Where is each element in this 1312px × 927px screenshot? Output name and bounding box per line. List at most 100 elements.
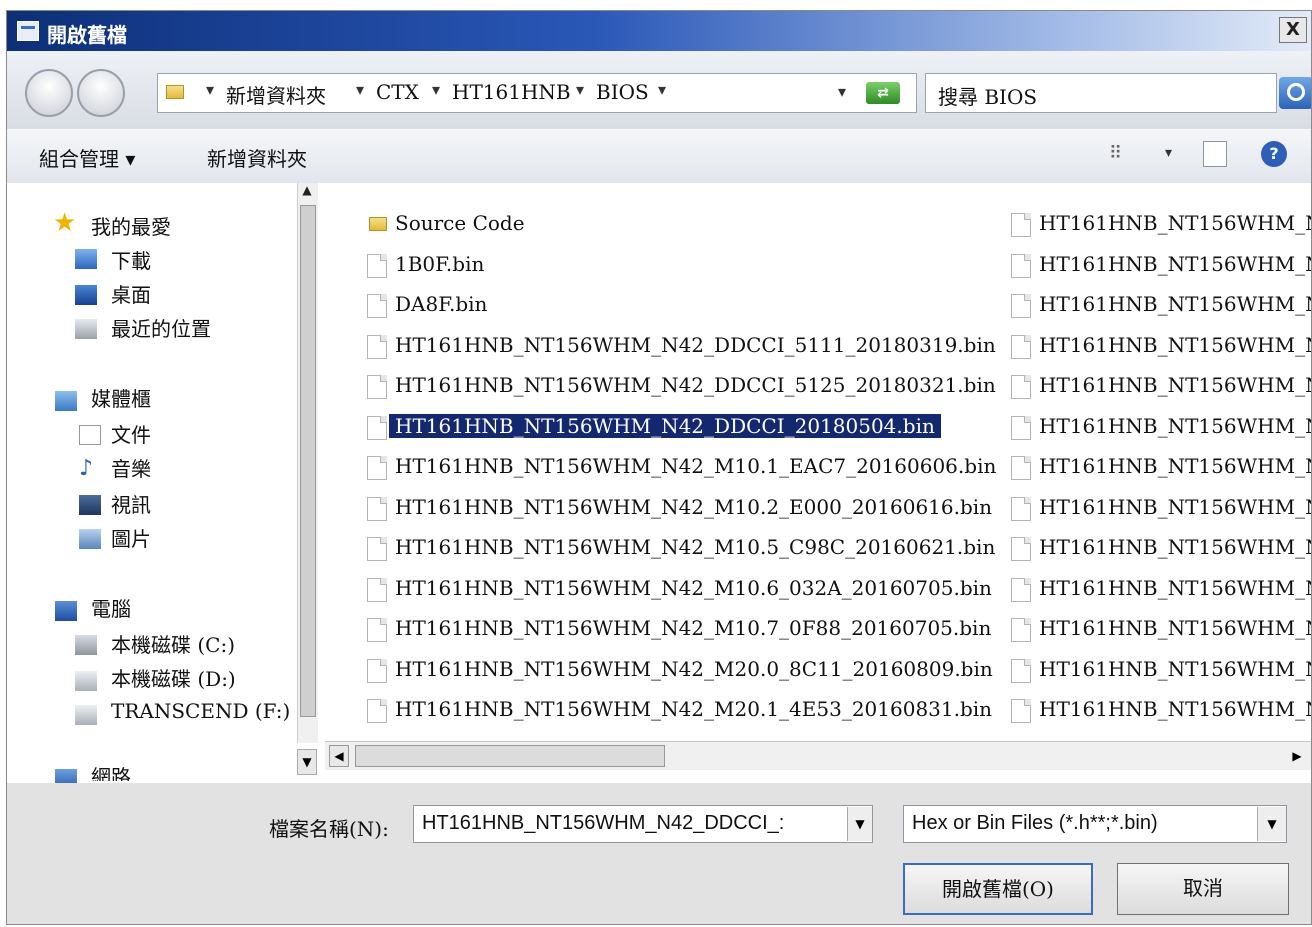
nav-desktop[interactable]: 桌面 bbox=[111, 279, 151, 308]
breadcrumb-arrow-icon[interactable]: ▾ bbox=[658, 80, 666, 99]
breadcrumb-item[interactable]: CTX bbox=[376, 80, 419, 104]
nav-drive-d[interactable]: 本機磁碟 (D:) bbox=[111, 663, 236, 692]
file-type-dropdown-icon[interactable]: ▼ bbox=[1257, 807, 1286, 841]
scroll-down-icon[interactable]: ▼ bbox=[297, 749, 317, 775]
nav-network[interactable]: 網路 bbox=[91, 761, 131, 781]
view-options-icon[interactable]: ⠿ bbox=[1109, 143, 1122, 164]
file-icon bbox=[367, 415, 387, 440]
scroll-up-icon[interactable]: ▲ bbox=[298, 183, 316, 203]
file-name: HT161HNB_NT156WHM_N4 bbox=[1039, 373, 1311, 397]
removable-drive-icon bbox=[75, 705, 97, 725]
navigation-row: ▾ 新增資料夾 ▾ CTX ▾ HT161HNB ▾ BIOS ▾ ▾ ⇄ 搜尋… bbox=[7, 51, 1311, 129]
nav-scrollbar[interactable]: ▲ bbox=[297, 183, 318, 743]
search-icon[interactable] bbox=[1279, 77, 1311, 109]
horizontal-scrollbar[interactable]: ◀ ▶ bbox=[325, 741, 1311, 770]
file-icon bbox=[367, 496, 387, 521]
recent-places-icon bbox=[75, 319, 97, 339]
file-icon bbox=[367, 537, 387, 561]
window-icon bbox=[17, 21, 39, 41]
view-dropdown-icon[interactable]: ▾ bbox=[1165, 145, 1172, 161]
favorites-star-icon: ★ bbox=[53, 208, 77, 238]
nav-music[interactable]: 音樂 bbox=[111, 453, 151, 482]
nav-documents[interactable]: 文件 bbox=[111, 419, 151, 448]
breadcrumb-arrow-icon[interactable]: ▾ bbox=[576, 80, 584, 99]
file-icon bbox=[367, 658, 387, 683]
file-name: DA8F.bin bbox=[395, 292, 488, 316]
command-bar: 組合管理 ▾ 新增資料夾 ⠿ ▾ ? bbox=[7, 129, 1311, 184]
nav-pictures[interactable]: 圖片 bbox=[111, 523, 151, 552]
file-name: 1B0F.bin bbox=[395, 251, 485, 276]
drive-c-icon bbox=[75, 635, 97, 655]
scroll-left-icon[interactable]: ◀ bbox=[329, 745, 349, 767]
close-button[interactable]: X bbox=[1279, 17, 1307, 43]
breadcrumb-item[interactable]: BIOS bbox=[596, 80, 649, 104]
file-name: HT161HNB_NT156WHM_N4 bbox=[1039, 332, 1311, 357]
file-icon bbox=[367, 456, 387, 480]
horizontal-scroll-thumb[interactable] bbox=[355, 745, 665, 767]
search-input[interactable]: 搜尋 BIOS bbox=[925, 73, 1277, 113]
file-icon bbox=[1011, 375, 1031, 399]
breadcrumb-arrow-icon[interactable]: ▾ bbox=[432, 80, 440, 99]
help-icon[interactable]: ? bbox=[1261, 141, 1287, 167]
file-icon bbox=[1011, 658, 1031, 683]
file-icon bbox=[367, 253, 387, 278]
filename-input[interactable]: HT161HNB_NT156WHM_N42_DDCCI_: bbox=[413, 805, 873, 843]
preview-pane-icon[interactable] bbox=[1203, 141, 1227, 167]
scroll-right-icon[interactable]: ▶ bbox=[1287, 745, 1307, 767]
nav-drive-f[interactable]: TRANSCEND (F:) bbox=[111, 699, 290, 723]
desktop-icon bbox=[75, 285, 97, 305]
file-icon bbox=[1011, 699, 1031, 723]
nav-downloads[interactable]: 下載 bbox=[111, 245, 151, 274]
address-bar[interactable]: ▾ 新增資料夾 ▾ CTX ▾ HT161HNB ▾ BIOS ▾ ▾ ⇄ bbox=[157, 73, 917, 113]
file-icon bbox=[367, 618, 387, 642]
refresh-icon[interactable]: ⇄ bbox=[866, 82, 900, 104]
videos-icon bbox=[79, 495, 101, 515]
back-button[interactable] bbox=[25, 69, 73, 117]
breadcrumb-item[interactable]: HT161HNB bbox=[452, 80, 571, 104]
open-file-dialog: 開啟舊檔 X ▾ 新增資料夾 ▾ CTX ▾ HT161HNB ▾ BIOS ▾… bbox=[6, 10, 1312, 925]
file-name: HT161HNB_NT156WHM_N42_M20.0_8C11_2016080… bbox=[395, 656, 993, 681]
footer-panel: 檔案名稱(N): HT161HNB_NT156WHM_N42_DDCCI_: ▼… bbox=[7, 783, 1311, 924]
libraries-icon bbox=[55, 391, 77, 411]
drive-d-icon bbox=[75, 671, 97, 691]
breadcrumb-item[interactable]: 新增資料夾 bbox=[226, 80, 326, 109]
forward-button[interactable] bbox=[77, 69, 125, 117]
new-folder-button[interactable]: 新增資料夾 bbox=[207, 143, 307, 172]
nav-videos[interactable]: 視訊 bbox=[111, 489, 151, 518]
file-name: HT161HNB_NT156WHM_N42_M10.1_EAC7_2016060… bbox=[395, 454, 997, 478]
title-bar: 開啟舊檔 X bbox=[7, 11, 1311, 51]
file-name: HT161HNB_NT156WHM_N4 bbox=[1039, 575, 1311, 600]
file-name: HT161HNB_NT156WHM_N4 bbox=[1039, 413, 1311, 438]
file-name: HT161HNB_NT156WHM_N42_M10.5_C98C_2016062… bbox=[395, 535, 996, 559]
nav-recent-places[interactable]: 最近的位置 bbox=[111, 313, 211, 342]
breadcrumb-arrow-icon[interactable]: ▾ bbox=[356, 80, 364, 99]
navigation-pane: ★ 我的最愛 下載 桌面 最近的位置 媒體櫃 文件 ♪ 音樂 視訊 圖片 電腦 … bbox=[7, 183, 320, 783]
file-icon bbox=[1011, 577, 1031, 602]
file-name: HT161HNB_NT156WHM_N4 bbox=[1039, 535, 1311, 559]
filename-dropdown-icon[interactable]: ▼ bbox=[847, 807, 872, 841]
file-name: HT161HNB_NT156WHM_N4 bbox=[1039, 656, 1311, 681]
nav-libraries[interactable]: 媒體櫃 bbox=[91, 383, 151, 412]
file-icon bbox=[1011, 294, 1031, 318]
file-icon bbox=[367, 577, 387, 602]
music-icon: ♪ bbox=[79, 456, 94, 481]
computer-icon bbox=[55, 601, 77, 621]
breadcrumb-arrow-icon[interactable]: ▾ bbox=[206, 80, 214, 99]
nav-scroll-thumb[interactable] bbox=[300, 205, 316, 717]
file-name: HT161HNB_NT156WHM_N42_M20.1_4E53_2016083… bbox=[395, 697, 993, 721]
open-button[interactable]: 開啟舊檔(O) bbox=[903, 863, 1093, 915]
cancel-button[interactable]: 取消 bbox=[1117, 863, 1289, 915]
file-name: HT161HNB_NT156WHM_N42_DDCCI_20180504.bin bbox=[389, 413, 941, 438]
file-icon bbox=[367, 699, 387, 723]
organize-button[interactable]: 組合管理 ▾ bbox=[39, 143, 135, 172]
nav-favorites[interactable]: 我的最愛 bbox=[91, 211, 171, 240]
file-type-select[interactable]: Hex or Bin Files (*.h**;*.bin) bbox=[903, 805, 1287, 843]
file-name: HT161HNB_NT156WHM_N42_DDCCI_5111_2018031… bbox=[395, 332, 996, 357]
folder-icon bbox=[369, 217, 387, 231]
nav-drive-c[interactable]: 本機磁碟 (C:) bbox=[111, 629, 235, 658]
network-icon bbox=[55, 769, 77, 783]
file-name: HT161HNB_NT156WHM_N42_M10.2_E000_2016061… bbox=[395, 494, 993, 519]
downloads-icon bbox=[75, 249, 97, 269]
nav-computer[interactable]: 電腦 bbox=[91, 593, 131, 622]
address-dropdown-icon[interactable]: ▾ bbox=[838, 82, 846, 101]
